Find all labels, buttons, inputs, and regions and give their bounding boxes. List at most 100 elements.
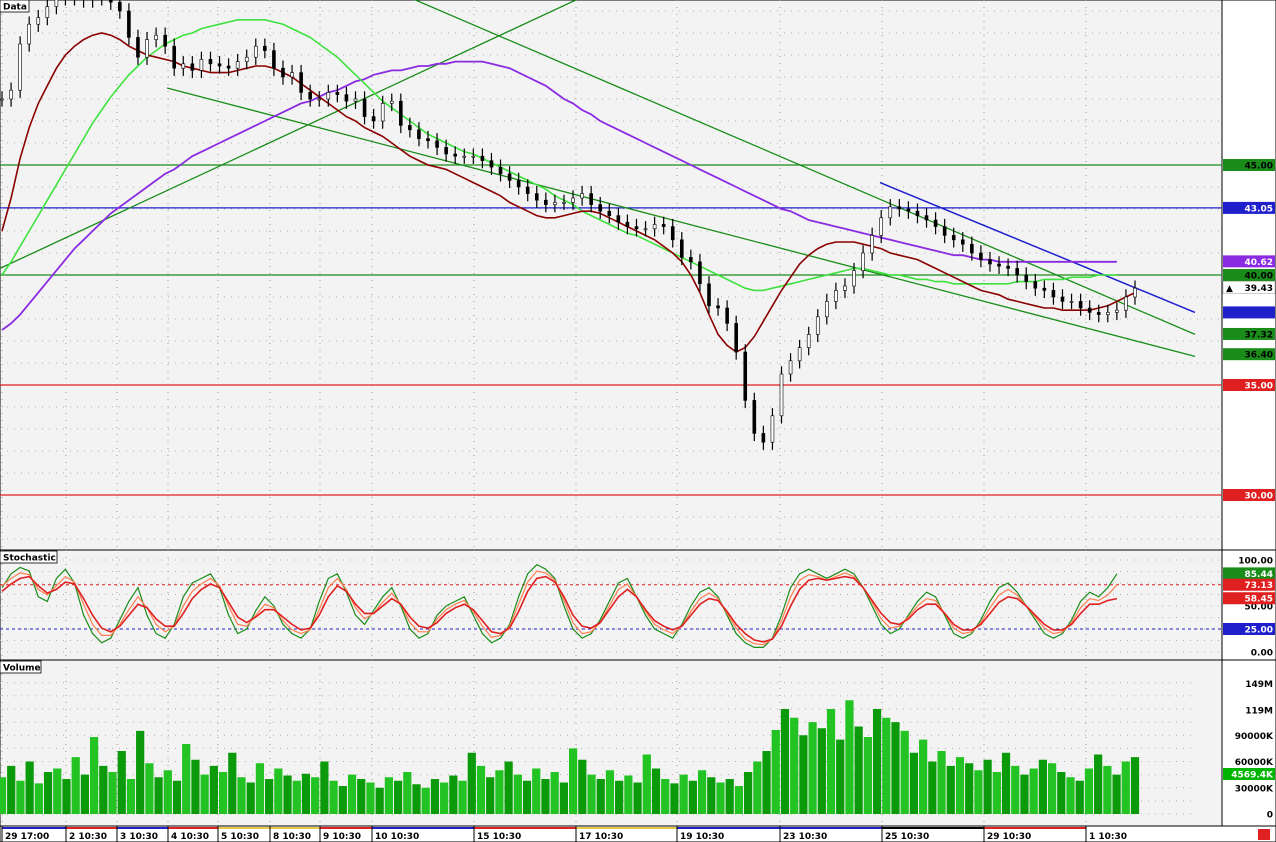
- price-candle-body: [779, 373, 784, 417]
- price-candle-body: [1087, 307, 1092, 313]
- x-axis-strip: [218, 827, 270, 829]
- price-candle-body: [897, 206, 902, 210]
- price-candle-body: [770, 415, 775, 443]
- price-axis-tag-label: 30.00: [1245, 492, 1273, 502]
- price-candle-body: [408, 125, 412, 131]
- price-candle-body: [643, 228, 648, 231]
- volume-bar: [108, 772, 117, 814]
- price-candle-body: [389, 100, 394, 104]
- stoch-tick-label: 0.00: [1251, 649, 1273, 659]
- volume-bar: [707, 777, 716, 814]
- price-candle-body: [181, 63, 186, 69]
- volume-bar: [1011, 765, 1020, 814]
- price-candle-body: [870, 235, 874, 254]
- volume-bar: [1047, 763, 1057, 814]
- volume-bar: [347, 774, 357, 814]
- volume-bar: [172, 780, 182, 814]
- price-candle-body: [27, 23, 31, 45]
- price-candle-body: [1024, 274, 1029, 282]
- price-candle-body: [997, 263, 1001, 267]
- volume-bar: [974, 770, 983, 814]
- x-axis-label: 5 10:30: [221, 832, 259, 842]
- volume-bar: [624, 775, 633, 814]
- price-candle-body: [263, 45, 267, 51]
- volume-bar: [872, 709, 882, 814]
- price-panel-title: Data: [3, 3, 27, 13]
- price-candle-body: [199, 59, 204, 71]
- price-candle-body: [253, 45, 258, 58]
- price-candle-body: [888, 206, 893, 219]
- volume-bar: [780, 709, 790, 814]
- price-candle-body: [716, 305, 720, 309]
- price-candle-body: [399, 100, 403, 126]
- volume-bar: [1130, 757, 1140, 814]
- price-candle-body: [815, 316, 820, 335]
- volume-bar: [412, 784, 421, 814]
- price-candle-body: [534, 193, 539, 201]
- price-candle-body: [1051, 290, 1056, 298]
- volume-bar: [467, 752, 476, 814]
- price-candle-body: [960, 239, 965, 245]
- volume-bar: [955, 757, 965, 814]
- price-candle-body: [380, 103, 385, 122]
- price-candle-body: [172, 45, 177, 69]
- volume-bar: [845, 700, 854, 814]
- price-candle-body: [843, 285, 847, 291]
- price-candle-body: [979, 252, 983, 260]
- price-candle-body: [616, 215, 621, 223]
- price-candle-body: [1015, 268, 1019, 276]
- price-candle-body: [9, 89, 13, 100]
- volume-bar: [817, 728, 826, 814]
- x-axis-strip: [168, 827, 218, 829]
- volume-bar: [246, 782, 255, 814]
- stoch-tick-label: 100.00: [1238, 557, 1273, 567]
- volume-bar: [0, 777, 7, 814]
- price-tag-label: 36.40: [1245, 351, 1273, 361]
- volume-bar: [633, 782, 642, 814]
- price-candle-body: [1069, 301, 1074, 303]
- price-candle-body: [589, 193, 593, 205]
- price-tag: [1223, 306, 1275, 319]
- price-candle-body: [525, 186, 530, 194]
- price-candle-body: [235, 61, 240, 69]
- volume-bar: [338, 786, 347, 814]
- volume-panel-title: Volume: [3, 664, 41, 674]
- volume-bar: [1057, 772, 1066, 814]
- volume-bar: [495, 770, 504, 814]
- price-candle-body: [507, 173, 512, 181]
- price-candle-body: [326, 92, 331, 100]
- price-candle-body: [299, 72, 303, 93]
- price-candle-body: [444, 147, 448, 155]
- volume-bar: [25, 761, 34, 814]
- price-candle-body: [562, 202, 566, 204]
- volume-bar: [209, 765, 218, 814]
- volume-bar: [937, 751, 946, 814]
- x-axis-label: 19 10:30: [680, 832, 724, 842]
- volume-bar: [486, 777, 495, 814]
- price-candle-body: [471, 155, 476, 158]
- x-axis-label: 29 10:30: [987, 832, 1031, 842]
- price-candle-body: [208, 59, 213, 65]
- price-candle-body: [743, 351, 748, 401]
- x-axis-strip: [474, 827, 576, 829]
- x-axis-strip: [576, 827, 677, 829]
- price-candle-body: [861, 252, 865, 271]
- volume-bar: [744, 772, 753, 814]
- volume-bar: [292, 780, 301, 814]
- volume-bar: [863, 737, 872, 814]
- volume-bar: [440, 782, 449, 814]
- volume-bar: [854, 726, 863, 814]
- price-candle-body: [698, 261, 702, 285]
- price-axis-tag-label: 45.00: [1245, 162, 1273, 172]
- price-candle-body: [344, 94, 349, 102]
- volume-bar: [992, 772, 1001, 814]
- x-axis-label: 10 10:30: [375, 832, 419, 842]
- price-candle-body: [290, 72, 294, 78]
- volume-bar: [200, 774, 209, 814]
- volume-bar: [218, 772, 228, 814]
- volume-bar: [550, 772, 559, 814]
- price-candle-body: [625, 221, 630, 227]
- volume-bar: [578, 759, 587, 814]
- price-candle-body: [951, 235, 956, 241]
- volume-bar: [283, 775, 292, 814]
